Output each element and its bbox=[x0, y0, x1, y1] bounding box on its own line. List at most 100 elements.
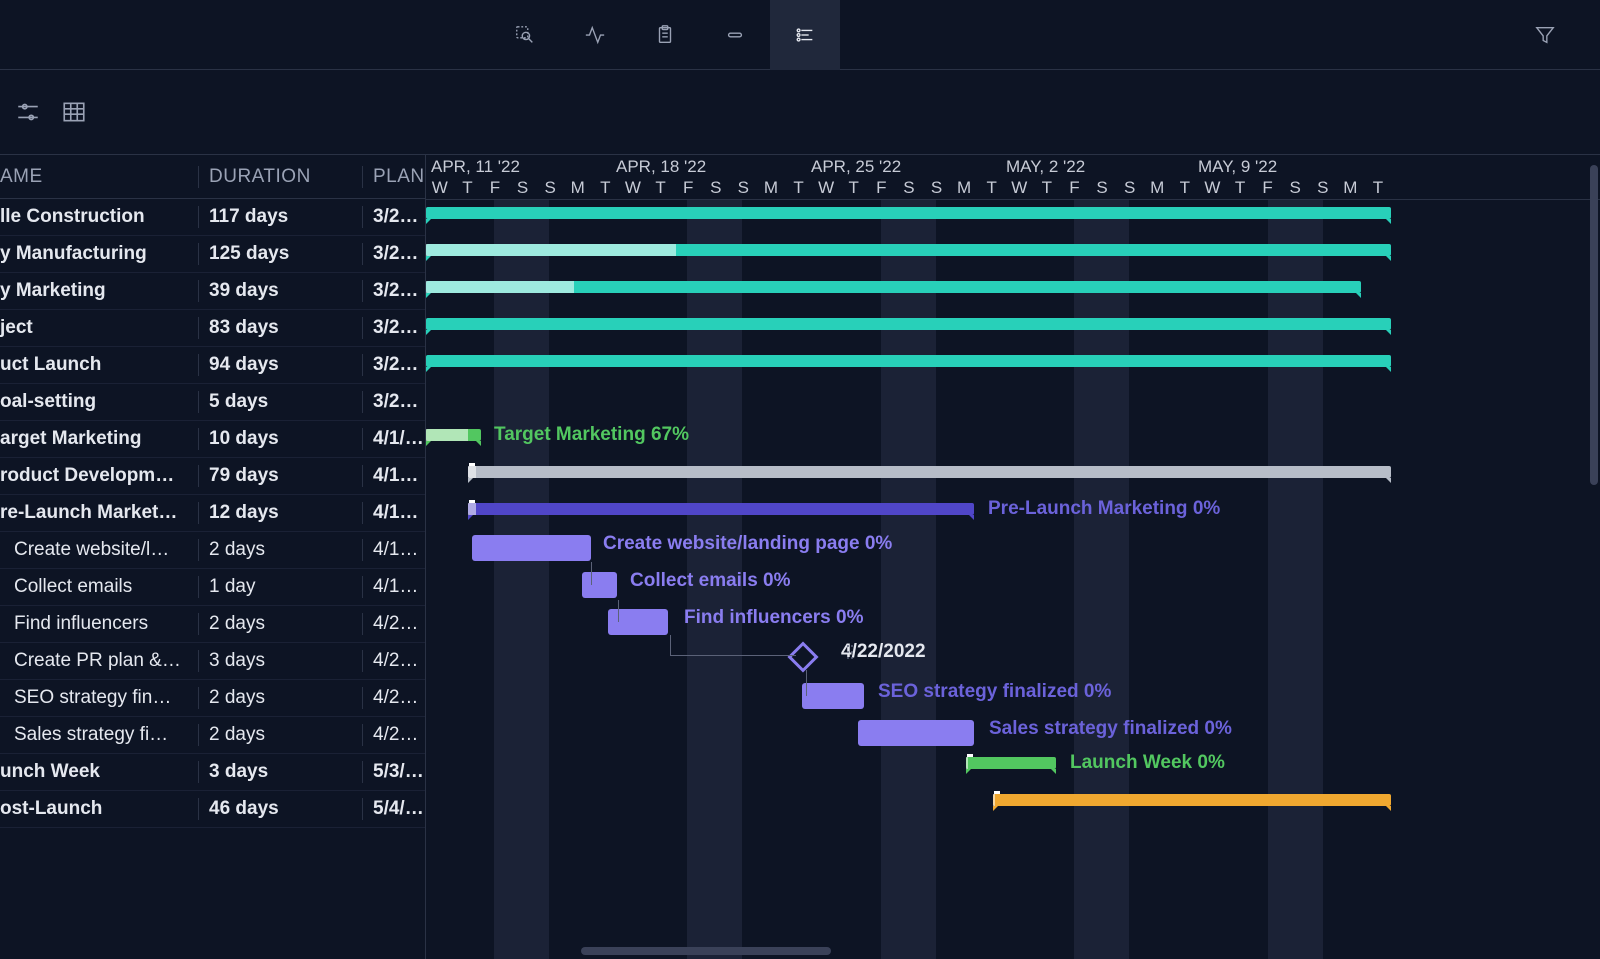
day-letter: W bbox=[619, 178, 647, 200]
column-resize-handle[interactable] bbox=[847, 645, 855, 661]
day-letter: F bbox=[481, 178, 509, 200]
day-letter: T bbox=[1226, 178, 1254, 200]
table-header: AME DURATION PLANN bbox=[0, 154, 425, 199]
table-row[interactable]: oal-setting5 days3/25/2 bbox=[0, 384, 425, 421]
table-row[interactable]: Create website/l…2 days4/15/2 bbox=[0, 532, 425, 569]
table-row[interactable]: y Marketing39 days3/23/2 bbox=[0, 273, 425, 310]
gantt-bar[interactable] bbox=[966, 757, 1056, 769]
cell-planned: 4/15/2 bbox=[362, 502, 425, 524]
cell-name: Find influencers bbox=[0, 613, 198, 635]
bar-label: SEO strategy finalized 0% bbox=[878, 681, 1111, 703]
milestone[interactable] bbox=[787, 641, 818, 672]
table-row[interactable]: unch Week3 days5/3/20 bbox=[0, 754, 425, 791]
task-table: AME DURATION PLANN lle Construction117 d… bbox=[0, 154, 426, 959]
cell-name: lle Construction bbox=[0, 206, 198, 228]
table-row[interactable]: Sales strategy fi…2 days4/29/2 bbox=[0, 717, 425, 754]
cell-planned: 4/22/2 bbox=[362, 650, 425, 672]
cell-name: ost-Launch bbox=[0, 798, 198, 820]
cell-name: Create website/l… bbox=[0, 539, 198, 561]
gantt-chart[interactable]: APR, 11 '22APR, 18 '22APR, 25 '22MAY, 2 … bbox=[426, 154, 1600, 959]
collapse-button[interactable] bbox=[700, 0, 770, 70]
day-letter: S bbox=[730, 178, 758, 200]
cell-name: y Marketing bbox=[0, 280, 198, 302]
cell-duration: 1 day bbox=[198, 576, 362, 598]
horizontal-scrollbar[interactable] bbox=[581, 947, 831, 955]
activity-button[interactable] bbox=[560, 0, 630, 70]
cell-planned: 4/19/2 bbox=[362, 576, 425, 598]
cell-duration: 10 days bbox=[198, 428, 362, 450]
cell-planned: 3/22/2 bbox=[362, 206, 425, 228]
gantt-bar[interactable] bbox=[608, 609, 668, 635]
gantt-view-button[interactable] bbox=[770, 0, 840, 70]
bar-label: Target Marketing 67% bbox=[494, 424, 689, 446]
table-row[interactable]: arget Marketing10 days4/1/20 bbox=[0, 421, 425, 458]
cell-planned: 5/3/20 bbox=[362, 761, 425, 783]
day-letter: S bbox=[1309, 178, 1337, 200]
cell-name: Create PR plan &… bbox=[0, 650, 198, 672]
cell-planned: 3/25/2 bbox=[362, 391, 425, 413]
gantt-bar[interactable] bbox=[468, 503, 974, 515]
cell-duration: 12 days bbox=[198, 502, 362, 524]
cell-duration: 2 days bbox=[198, 539, 362, 561]
main-split: AME DURATION PLANN lle Construction117 d… bbox=[0, 154, 1600, 959]
table-row[interactable]: Create PR plan &…3 days4/22/2 bbox=[0, 643, 425, 680]
settings-sliders-button[interactable] bbox=[14, 98, 42, 126]
cell-name: unch Week bbox=[0, 761, 198, 783]
cell-planned: 4/29/2 bbox=[362, 724, 425, 746]
day-letter: T bbox=[785, 178, 813, 200]
table-row[interactable]: lle Construction117 days3/22/2 bbox=[0, 199, 425, 236]
col-header-name[interactable]: AME bbox=[0, 166, 198, 188]
gantt-bar[interactable] bbox=[858, 720, 974, 746]
top-toolbar bbox=[0, 0, 1600, 70]
col-header-planned[interactable]: PLANN bbox=[362, 166, 425, 188]
filter-button[interactable] bbox=[1510, 0, 1580, 70]
timeline-header[interactable]: APR, 11 '22APR, 18 '22APR, 25 '22MAY, 2 … bbox=[426, 155, 1600, 200]
table-row[interactable]: SEO strategy fin…2 days4/27/2 bbox=[0, 680, 425, 717]
day-letter: M bbox=[950, 178, 978, 200]
day-letter: T bbox=[1171, 178, 1199, 200]
clipboard-button[interactable] bbox=[630, 0, 700, 70]
table-row[interactable]: uct Launch94 days3/25/2 bbox=[0, 347, 425, 384]
gantt-bar[interactable] bbox=[426, 207, 1391, 219]
cell-name: Sales strategy fi… bbox=[0, 724, 198, 746]
gantt-bar[interactable] bbox=[468, 466, 1391, 478]
bar-label: Collect emails 0% bbox=[630, 570, 791, 592]
table-row[interactable]: ost-Launch46 days5/4/20 bbox=[0, 791, 425, 828]
cell-planned: 4/20/2 bbox=[362, 613, 425, 635]
gantt-bar[interactable] bbox=[582, 572, 617, 598]
dependency-line bbox=[806, 670, 807, 696]
gantt-bar[interactable] bbox=[993, 794, 1391, 806]
bar-label: Find influencers 0% bbox=[684, 607, 863, 629]
table-row[interactable]: Collect emails1 day4/19/2 bbox=[0, 569, 425, 606]
gantt-bar[interactable] bbox=[472, 535, 591, 561]
day-letter: T bbox=[1364, 178, 1392, 200]
sub-toolbar bbox=[0, 70, 1600, 154]
zoom-fit-button[interactable] bbox=[490, 0, 560, 70]
vertical-scrollbar[interactable] bbox=[1590, 165, 1598, 485]
gantt-bar[interactable] bbox=[802, 683, 864, 709]
gantt-bar[interactable] bbox=[426, 318, 1391, 330]
bar-label: Launch Week 0% bbox=[1070, 752, 1225, 774]
cell-planned: 3/23/2 bbox=[362, 280, 425, 302]
table-row[interactable]: y Manufacturing125 days3/22/2 bbox=[0, 236, 425, 273]
day-letter: S bbox=[923, 178, 951, 200]
col-header-duration[interactable]: DURATION bbox=[198, 166, 362, 188]
day-letter: F bbox=[674, 178, 702, 200]
gantt-bar[interactable] bbox=[426, 281, 1361, 293]
cell-duration: 39 days bbox=[198, 280, 362, 302]
gantt-bar[interactable] bbox=[426, 429, 481, 441]
table-view-button[interactable] bbox=[60, 98, 88, 126]
table-row[interactable]: roduct Developm…79 days4/15/2 bbox=[0, 458, 425, 495]
day-letter: T bbox=[647, 178, 675, 200]
day-letter: S bbox=[1116, 178, 1144, 200]
day-letter: M bbox=[757, 178, 785, 200]
cell-duration: 3 days bbox=[198, 650, 362, 672]
table-row[interactable]: Find influencers2 days4/20/2 bbox=[0, 606, 425, 643]
table-row[interactable]: ject83 days3/24/2 bbox=[0, 310, 425, 347]
cell-duration: 46 days bbox=[198, 798, 362, 820]
day-letter: S bbox=[536, 178, 564, 200]
cell-name: y Manufacturing bbox=[0, 243, 198, 265]
table-row[interactable]: re-Launch Market…12 days4/15/2 bbox=[0, 495, 425, 532]
gantt-bar[interactable] bbox=[426, 244, 1391, 256]
gantt-bar[interactable] bbox=[426, 355, 1391, 367]
